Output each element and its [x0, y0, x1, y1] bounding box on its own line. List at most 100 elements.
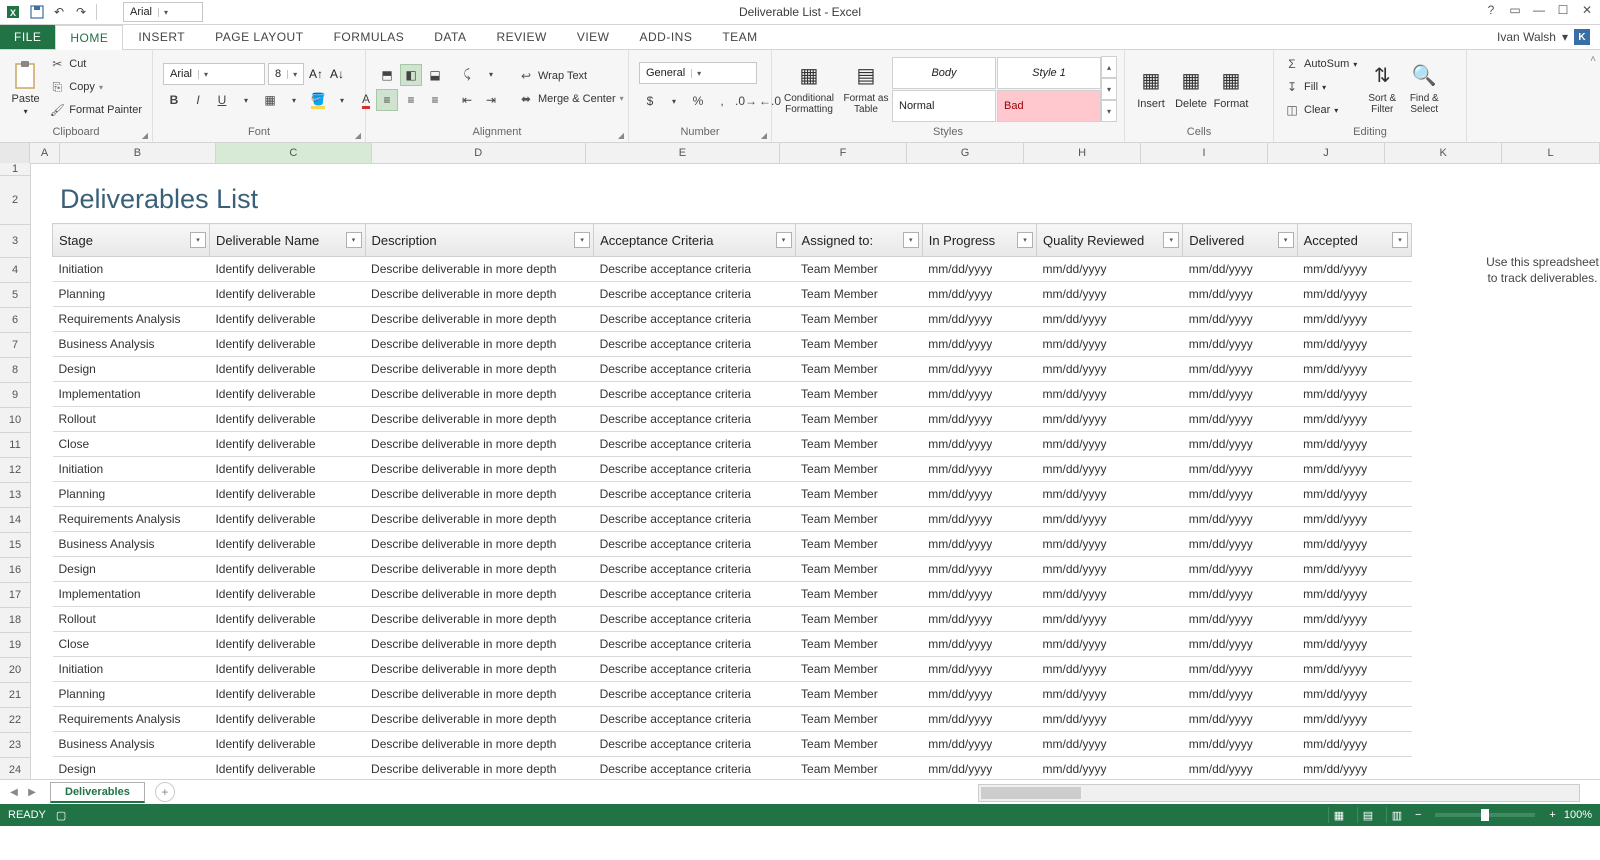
table-cell[interactable]: Identify deliverable [209, 407, 365, 432]
fill-color-button[interactable]: 🪣 [307, 89, 329, 111]
table-cell[interactable]: Describe acceptance criteria [594, 482, 795, 507]
number-format-picker[interactable]: General▾ [639, 62, 757, 84]
col-header-D[interactable]: D [372, 143, 586, 163]
table-cell[interactable]: mm/dd/yyyy [922, 357, 1036, 382]
col-header-K[interactable]: K [1385, 143, 1502, 163]
table-cell[interactable]: Initiation [53, 457, 210, 482]
table-cell[interactable]: mm/dd/yyyy [1183, 257, 1297, 282]
align-left-icon[interactable]: ≡ [376, 89, 398, 111]
row-header[interactable]: 16 [0, 558, 30, 583]
table-row[interactable]: Requirements AnalysisIdentify deliverabl… [53, 707, 1412, 732]
table-cell[interactable]: Team Member [795, 532, 922, 557]
table-row[interactable]: DesignIdentify deliverableDescribe deliv… [53, 357, 1412, 382]
table-cell[interactable]: mm/dd/yyyy [922, 582, 1036, 607]
table-row[interactable]: RolloutIdentify deliverableDescribe deli… [53, 607, 1412, 632]
table-cell[interactable]: mm/dd/yyyy [1183, 482, 1297, 507]
table-header[interactable]: Deliverable Name▾ [209, 224, 365, 257]
table-header[interactable]: In Progress▾ [922, 224, 1036, 257]
sheet-tab-deliverables[interactable]: Deliverables [50, 782, 145, 803]
table-cell[interactable]: Describe deliverable in more depth [365, 582, 594, 607]
row-header[interactable]: 23 [0, 733, 30, 758]
table-cell[interactable]: mm/dd/yyyy [1183, 457, 1297, 482]
table-cell[interactable]: Describe acceptance criteria [594, 732, 795, 757]
zoom-level[interactable]: 100% [1564, 809, 1592, 821]
underline-button[interactable]: U [211, 89, 233, 111]
orientation-icon[interactable]: ⤹ [456, 64, 478, 86]
table-cell[interactable]: Team Member [795, 482, 922, 507]
table-row[interactable]: Business AnalysisIdentify deliverableDes… [53, 332, 1412, 357]
table-cell[interactable]: mm/dd/yyyy [922, 332, 1036, 357]
table-cell[interactable]: Planning [53, 682, 210, 707]
table-cell[interactable]: Team Member [795, 307, 922, 332]
table-cell[interactable]: mm/dd/yyyy [1297, 557, 1411, 582]
tab-page-layout[interactable]: PAGE LAYOUT [200, 24, 318, 49]
table-cell[interactable]: Describe acceptance criteria [594, 457, 795, 482]
delete-cells-button[interactable]: ▦Delete [1171, 52, 1211, 122]
table-cell[interactable]: Identify deliverable [209, 307, 365, 332]
table-cell[interactable]: mm/dd/yyyy [1297, 757, 1411, 780]
row-header[interactable]: 5 [0, 283, 30, 308]
table-cell[interactable]: mm/dd/yyyy [1183, 532, 1297, 557]
tab-insert[interactable]: INSERT [123, 24, 200, 49]
table-cell[interactable]: Team Member [795, 582, 922, 607]
table-cell[interactable]: Team Member [795, 632, 922, 657]
table-row[interactable]: Business AnalysisIdentify deliverableDes… [53, 532, 1412, 557]
table-cell[interactable]: mm/dd/yyyy [1297, 282, 1411, 307]
table-cell[interactable]: Describe acceptance criteria [594, 682, 795, 707]
tab-file[interactable]: FILE [0, 25, 55, 49]
collapse-ribbon-icon[interactable]: ˄ [1590, 54, 1596, 65]
col-header-I[interactable]: I [1141, 143, 1268, 163]
table-cell[interactable]: mm/dd/yyyy [1183, 332, 1297, 357]
table-cell[interactable]: Identify deliverable [209, 682, 365, 707]
table-cell[interactable]: Describe deliverable in more depth [365, 257, 594, 282]
table-cell[interactable]: mm/dd/yyyy [922, 407, 1036, 432]
row-header[interactable]: 11 [0, 433, 30, 458]
table-row[interactable]: Business AnalysisIdentify deliverableDes… [53, 732, 1412, 757]
table-cell[interactable]: Describe acceptance criteria [594, 707, 795, 732]
table-cell[interactable]: Describe deliverable in more depth [365, 432, 594, 457]
table-cell[interactable]: mm/dd/yyyy [922, 732, 1036, 757]
table-cell[interactable]: Design [53, 757, 210, 780]
table-row[interactable]: DesignIdentify deliverableDescribe deliv… [53, 757, 1412, 780]
tab-review[interactable]: REVIEW [481, 24, 561, 49]
row-header[interactable]: 13 [0, 483, 30, 508]
table-cell[interactable]: Describe acceptance criteria [594, 382, 795, 407]
table-cell[interactable]: Team Member [795, 407, 922, 432]
table-cell[interactable]: Describe deliverable in more depth [365, 482, 594, 507]
tab-home[interactable]: HOME [55, 25, 123, 50]
table-cell[interactable]: Rollout [53, 607, 210, 632]
table-cell[interactable]: Describe acceptance criteria [594, 332, 795, 357]
tab-view[interactable]: VIEW [562, 24, 625, 49]
tab-data[interactable]: DATA [419, 24, 481, 49]
table-cell[interactable]: mm/dd/yyyy [1183, 432, 1297, 457]
table-cell[interactable]: Identify deliverable [209, 482, 365, 507]
table-row[interactable]: PlanningIdentify deliverableDescribe del… [53, 682, 1412, 707]
table-cell[interactable]: Describe deliverable in more depth [365, 607, 594, 632]
table-cell[interactable]: Describe deliverable in more depth [365, 732, 594, 757]
align-center-icon[interactable]: ≡ [400, 89, 422, 111]
table-cell[interactable]: Describe deliverable in more depth [365, 307, 594, 332]
table-cell[interactable]: Describe deliverable in more depth [365, 557, 594, 582]
table-header[interactable]: Quality Reviewed▾ [1037, 224, 1183, 257]
table-cell[interactable]: Identify deliverable [209, 532, 365, 557]
table-cell[interactable]: Close [53, 632, 210, 657]
table-cell[interactable]: mm/dd/yyyy [1297, 532, 1411, 557]
table-header[interactable]: Assigned to:▾ [795, 224, 922, 257]
col-header-G[interactable]: G [907, 143, 1024, 163]
table-cell[interactable]: Describe deliverable in more depth [365, 357, 594, 382]
table-cell[interactable]: Team Member [795, 557, 922, 582]
filter-dropdown-icon[interactable]: ▾ [190, 232, 206, 248]
dialog-launcher-icon[interactable]: ◢ [142, 131, 148, 140]
table-cell[interactable]: Describe acceptance criteria [594, 557, 795, 582]
table-cell[interactable]: Describe deliverable in more depth [365, 282, 594, 307]
table-cell[interactable]: Describe deliverable in more depth [365, 682, 594, 707]
table-header[interactable]: Description▾ [365, 224, 594, 257]
table-row[interactable]: PlanningIdentify deliverableDescribe del… [53, 482, 1412, 507]
table-cell[interactable]: Describe deliverable in more depth [365, 707, 594, 732]
zoom-out-button[interactable]: − [1415, 809, 1421, 821]
table-cell[interactable]: Requirements Analysis [53, 307, 210, 332]
table-cell[interactable]: mm/dd/yyyy [1037, 657, 1183, 682]
chevron-down-icon[interactable]: ▾ [158, 8, 173, 17]
table-cell[interactable]: mm/dd/yyyy [1037, 282, 1183, 307]
table-cell[interactable]: mm/dd/yyyy [1183, 632, 1297, 657]
